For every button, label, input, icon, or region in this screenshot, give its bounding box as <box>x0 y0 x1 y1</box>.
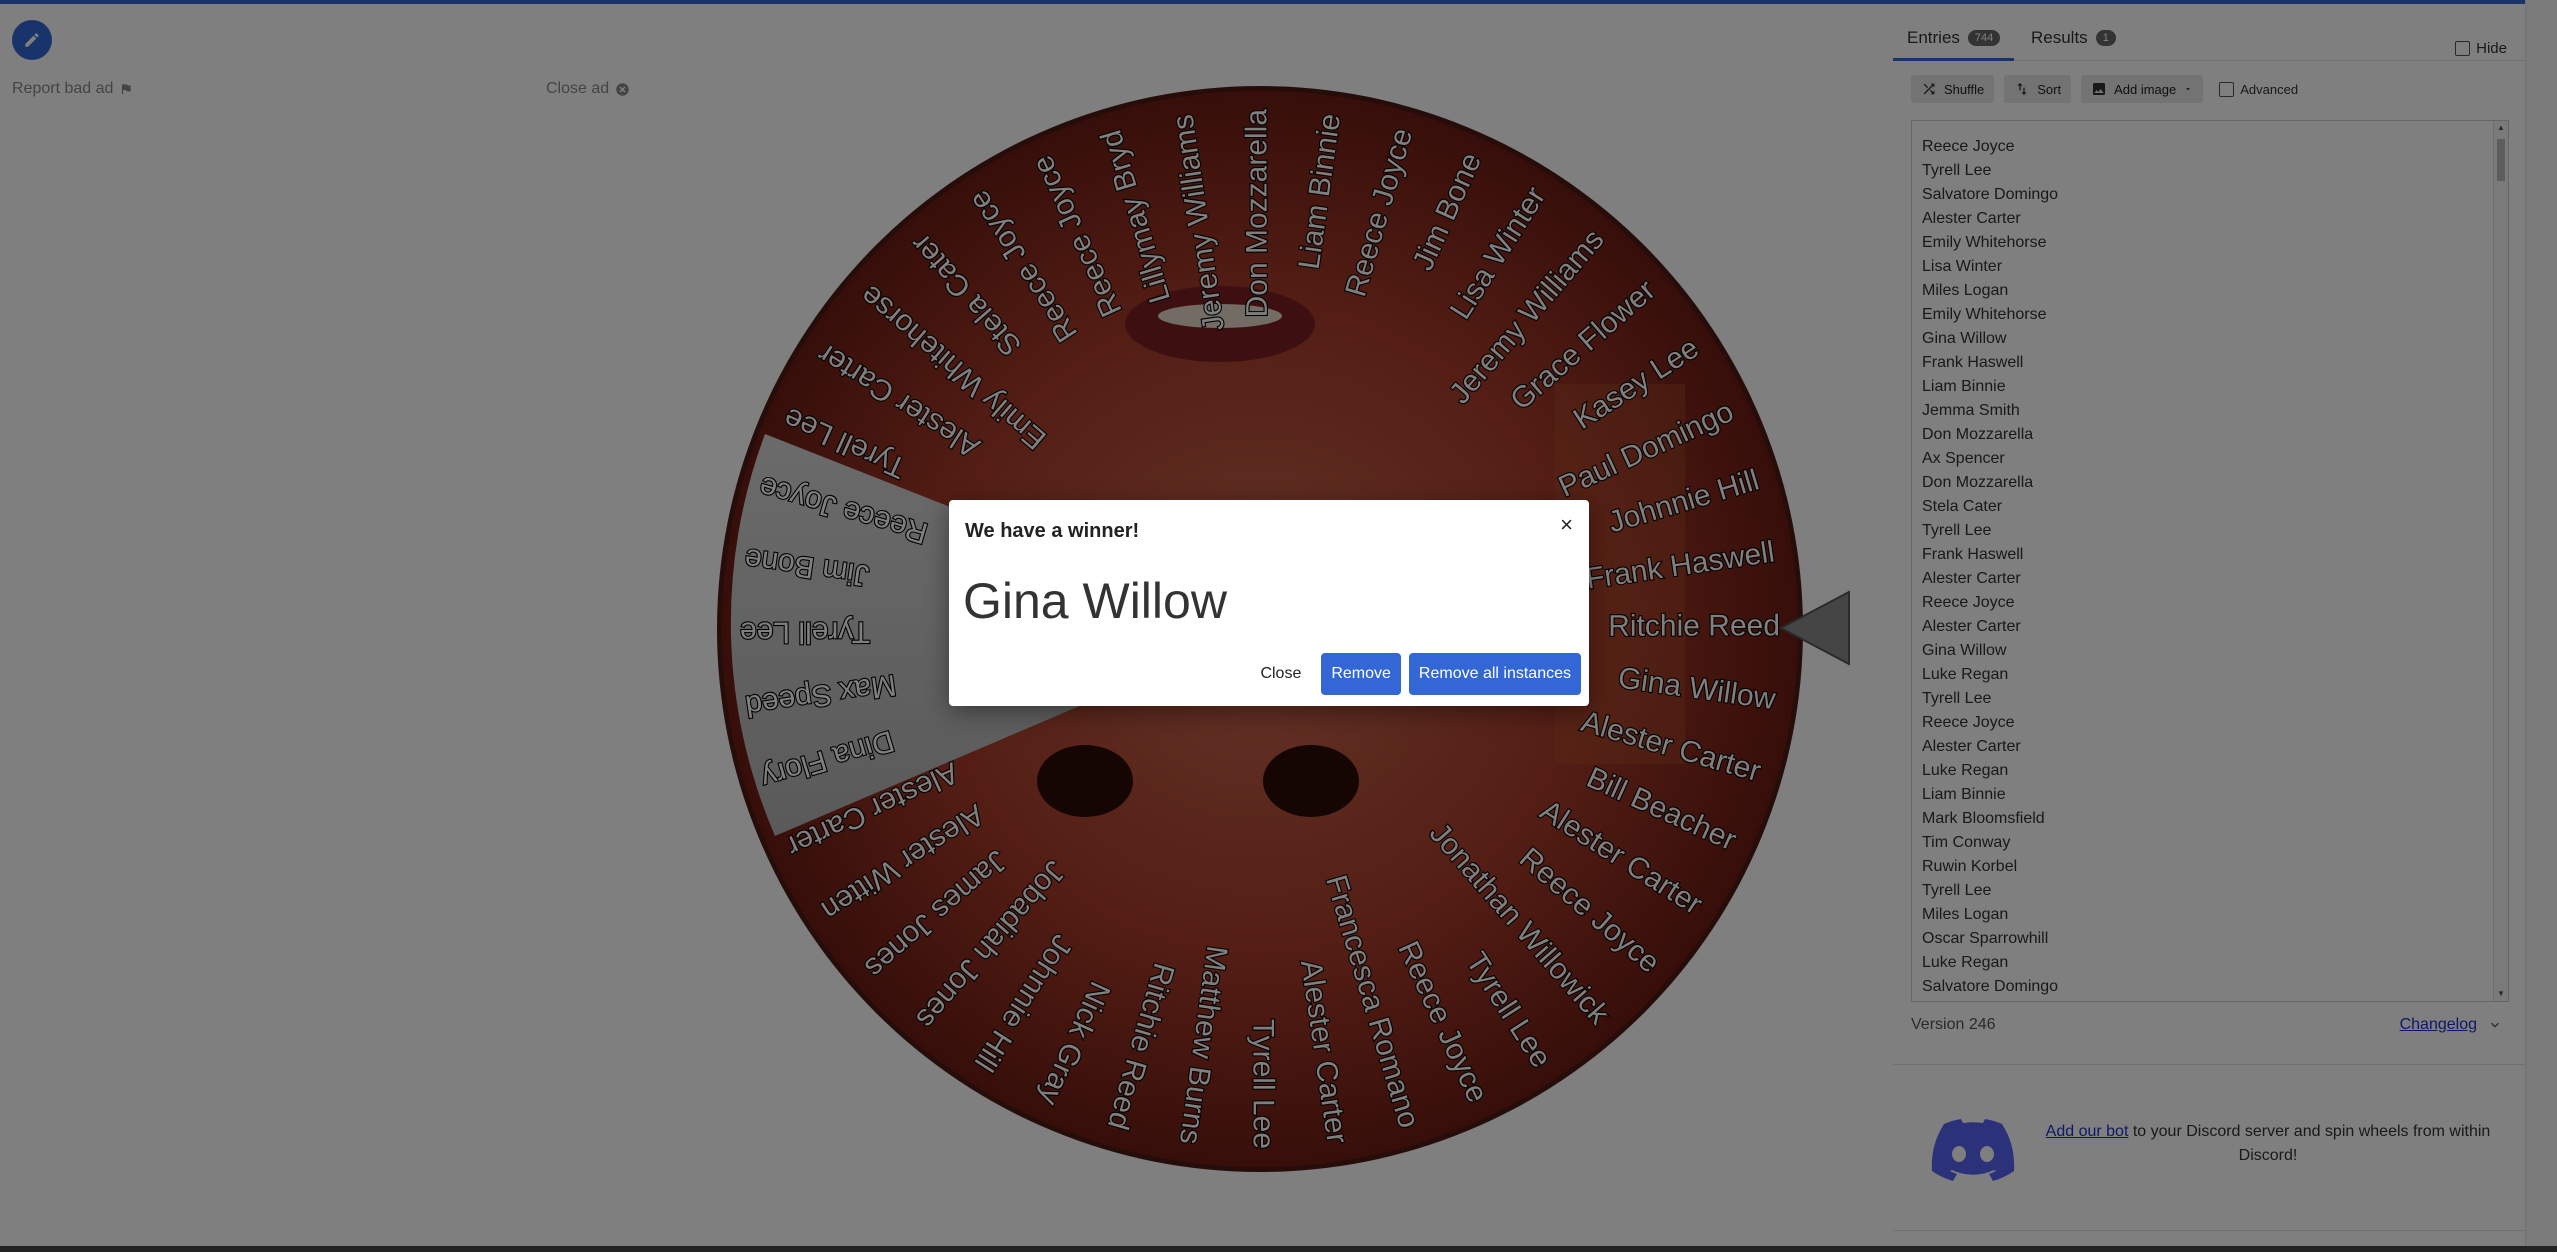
close-icon[interactable]: × <box>1560 512 1573 538</box>
remove-all-instances-button[interactable]: Remove all instances <box>1408 653 1581 695</box>
winner-name: Gina Willow <box>963 573 1227 629</box>
close-button[interactable]: Close <box>1248 657 1313 691</box>
dialog-actions: Close Remove Remove all instances <box>1248 653 1581 695</box>
dialog-title: We have a winner! <box>965 520 1140 542</box>
remove-button[interactable]: Remove <box>1321 653 1401 695</box>
winner-dialog: We have a winner! × Gina Willow Close Re… <box>949 500 1589 706</box>
taskbar-strip <box>0 1246 2557 1252</box>
